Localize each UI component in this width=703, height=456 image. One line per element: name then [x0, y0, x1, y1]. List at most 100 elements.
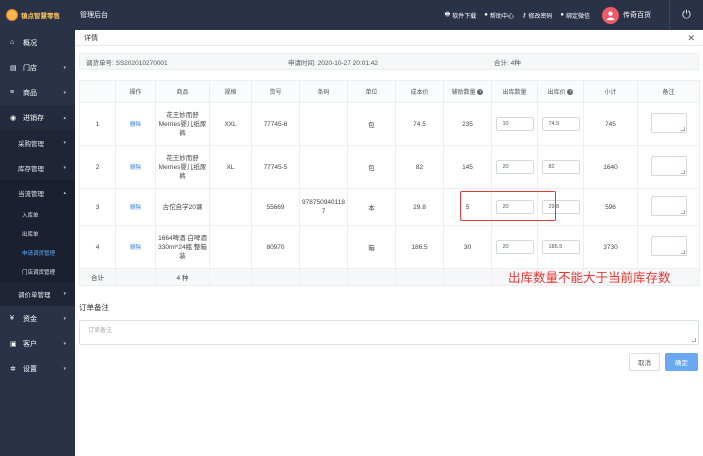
chevron-down-icon: ▾ [63, 139, 66, 146]
product-name: 古佗自学20课 [155, 188, 210, 226]
gear-icon: ✲ [10, 365, 16, 373]
cancel-button[interactable]: 取消 [629, 353, 660, 371]
chevron-down-icon: ▾ [63, 290, 66, 297]
order-total: 合计: 4种 [494, 59, 521, 67]
sidebar-item-store[interactable]: ▤ 门店 ▾ [0, 55, 75, 80]
action-cell: 删除 [115, 102, 156, 146]
qty-cell: 20 [491, 225, 538, 269]
column-header: 商品 [155, 80, 210, 103]
sidebar-item-apply-transfer[interactable]: 申请调货管理 [0, 243, 75, 262]
unit: 箱 [347, 225, 396, 269]
empty-cell [395, 268, 444, 286]
store-icon: ▤ [10, 64, 17, 72]
aux-qty: 235 [443, 102, 492, 146]
sidebar-item-finance[interactable]: ¥ 资金 ▾ [0, 306, 75, 331]
empty-cell [299, 268, 348, 286]
empty-cell [209, 268, 252, 286]
barcode [299, 225, 348, 269]
help-link[interactable]: ● 帮助中心 [484, 11, 514, 20]
empty-cell [347, 268, 396, 286]
qty-cell: 10 [491, 102, 538, 146]
cost-price: 74.5 [395, 102, 444, 146]
system-title: 管理后台 [80, 12, 108, 19]
sidebar-item-inbound[interactable]: 入库单 [0, 205, 75, 224]
user-icon [606, 10, 615, 20]
spec [209, 225, 252, 269]
outbound-qty-input[interactable]: 20 [495, 240, 534, 254]
row-index: 1 [79, 102, 116, 146]
outbound-price-input[interactable]: 186.5 [541, 240, 580, 254]
username[interactable]: 传奇百货 [623, 10, 651, 20]
spec: XXL [209, 102, 252, 146]
subtotal: 745 [583, 102, 638, 146]
sidebar-item-label: 概况 [23, 39, 37, 47]
outbound-qty-input[interactable]: 20 [495, 160, 534, 174]
row-remark-input[interactable] [650, 236, 687, 256]
sidebar-item-store-transfer[interactable]: 门店调货管理 [0, 262, 75, 281]
sidebar-item-customer[interactable]: ▣ 客户 ▾ [0, 331, 75, 356]
sidebar-item-overview[interactable]: ⌂ 概况 [0, 30, 75, 55]
confirm-button[interactable]: 确定 [665, 353, 698, 371]
logo[interactable]: 镇点智慧零售 [0, 0, 74, 30]
outbound-price-input[interactable]: 82 [541, 160, 580, 174]
row-remark-input[interactable] [650, 156, 687, 176]
help-label: 帮助中心 [489, 13, 514, 20]
chevron-down-icon: ▾ [63, 64, 66, 71]
cost-price: 82 [395, 145, 444, 189]
stock-warning-text: 出库数量不能大于当前库存数 [508, 271, 671, 285]
qty-cell: 20 [491, 145, 538, 189]
sidebar-item-goods[interactable]: ≡ 商品 ▾ [0, 80, 75, 105]
sidebar-item-stock[interactable]: 库存管理 ▾ [0, 155, 75, 180]
help-icon[interactable]: ? [567, 89, 574, 96]
logo-icon [6, 9, 18, 21]
column-header: 辅助数量 ? [443, 80, 492, 103]
order-remark-input[interactable]: 订单备注 [79, 320, 699, 345]
error-highlight-box [460, 191, 556, 221]
sku: 55669 [251, 188, 300, 226]
remark-cell [637, 102, 700, 146]
panel-title: 详情 [84, 34, 98, 42]
avatar[interactable] [602, 6, 619, 24]
column-header: 出库价 ? [537, 80, 584, 103]
logo-text: 镇点智慧零售 [21, 13, 60, 20]
delete-link[interactable]: 删除 [130, 122, 141, 128]
sidebar-item-purchase[interactable]: 采购管理 ▾ [0, 130, 75, 155]
sidebar-item-label: 采购管理 [18, 140, 44, 148]
price-cell: 186.5 [537, 225, 584, 269]
chevron-down-icon: ▾ [63, 340, 66, 347]
sidebar-submenu-inventory: 采购管理 ▾ 库存管理 ▾ 当流管理 ▴ 入库单 出库单 申请调货管理 门店调货… [0, 130, 75, 306]
logout-button[interactable]: ⏻ [669, 0, 703, 30]
delete-link[interactable]: 删除 [130, 245, 141, 251]
delete-link[interactable]: 删除 [130, 205, 141, 211]
table-row: 1 删除 花王妙而舒Merries婴儿纸尿裤 XXL 77745-6 包 74.… [79, 102, 700, 146]
help-icon[interactable]: ? [477, 89, 484, 96]
outbound-price-input[interactable]: 74.5 [541, 117, 580, 131]
order-number: 调货单号: SS202010270001 [86, 59, 168, 67]
sidebar-item-transfer[interactable]: 当流管理 ▴ [0, 180, 75, 205]
yen-icon: ¥ [10, 315, 14, 322]
sidebar-item-outbound[interactable]: 出库单 [0, 224, 75, 243]
bind-wechat-link[interactable]: ● 绑定微信 [560, 11, 590, 20]
outbound-qty-input[interactable]: 10 [495, 117, 534, 131]
change-password-link[interactable]: ⚷ 修改密码 [522, 11, 552, 20]
sidebar-item-adjust-price[interactable]: 调价单管理 ▾ [0, 281, 75, 306]
power-icon: ⏻ [682, 8, 691, 21]
delete-link[interactable]: 删除 [130, 165, 141, 171]
close-icon[interactable]: ✕ [687, 33, 695, 44]
column-header: 成本价 [395, 80, 444, 103]
action-cell: 删除 [115, 225, 156, 269]
download-link[interactable]: 🖶 软件下载 [445, 10, 477, 20]
empty-cell [251, 268, 300, 286]
sidebar-item-settings[interactable]: ✲ 设置 ▾ [0, 356, 75, 381]
row-remark-input[interactable] [650, 113, 687, 133]
sidebar-item-inventory[interactable]: ◉ 进销存 ▴ [0, 105, 75, 130]
order-info-row: 调货单号: SS202010270001 申请时间: 2020-10-27 20… [79, 53, 699, 70]
sidebar-item-label: 进销存 [23, 114, 44, 122]
download-label: 软件下载 [452, 13, 477, 20]
table-header-row: 操作 商品 规格 货号 条码 单位 成本价 辅助数量 ? 出库数量 出库价 ? … [79, 80, 700, 103]
sku: 77745-5 [251, 145, 300, 189]
aux-qty: 145 [443, 145, 492, 189]
row-remark-input[interactable] [650, 196, 687, 216]
column-header-label: 辅助数量 [451, 90, 476, 96]
empty-cell [443, 268, 492, 286]
